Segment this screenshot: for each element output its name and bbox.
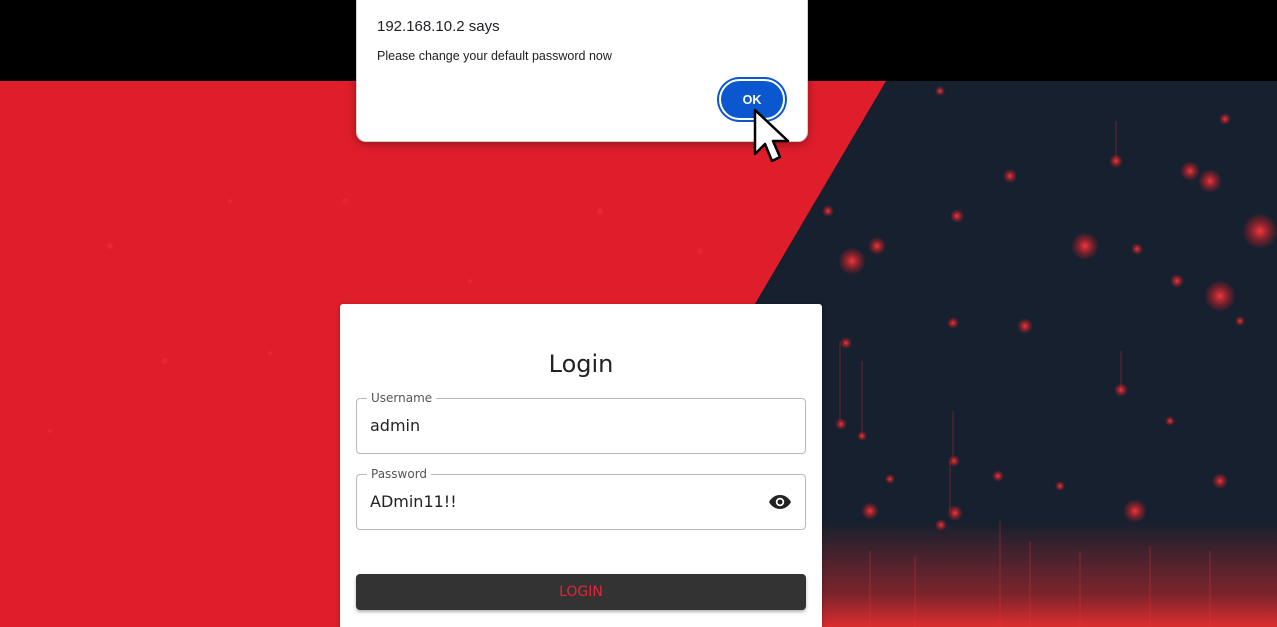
- page: 192.168.10.2 says Please change your def…: [0, 0, 1277, 627]
- username-field[interactable]: Username admin: [356, 390, 806, 454]
- username-input[interactable]: admin: [370, 415, 420, 437]
- cursor-arrow-icon: [753, 108, 790, 163]
- login-button[interactable]: LOGIN: [356, 574, 806, 610]
- login-title: Login: [548, 350, 614, 378]
- eye-icon[interactable]: [768, 492, 792, 512]
- alert-title: 192.168.10.2 says: [377, 18, 500, 35]
- alert-dialog: 192.168.10.2 says Please change your def…: [356, 0, 808, 142]
- password-label: Password: [367, 466, 432, 482]
- password-field[interactable]: Password ADmin11!!: [356, 466, 806, 530]
- password-input[interactable]: ADmin11!!: [370, 491, 457, 513]
- username-label: Username: [367, 390, 437, 406]
- login-card: Login Username admin Password ADmin11!! …: [340, 304, 822, 627]
- alert-message: Please change your default password now: [377, 49, 612, 63]
